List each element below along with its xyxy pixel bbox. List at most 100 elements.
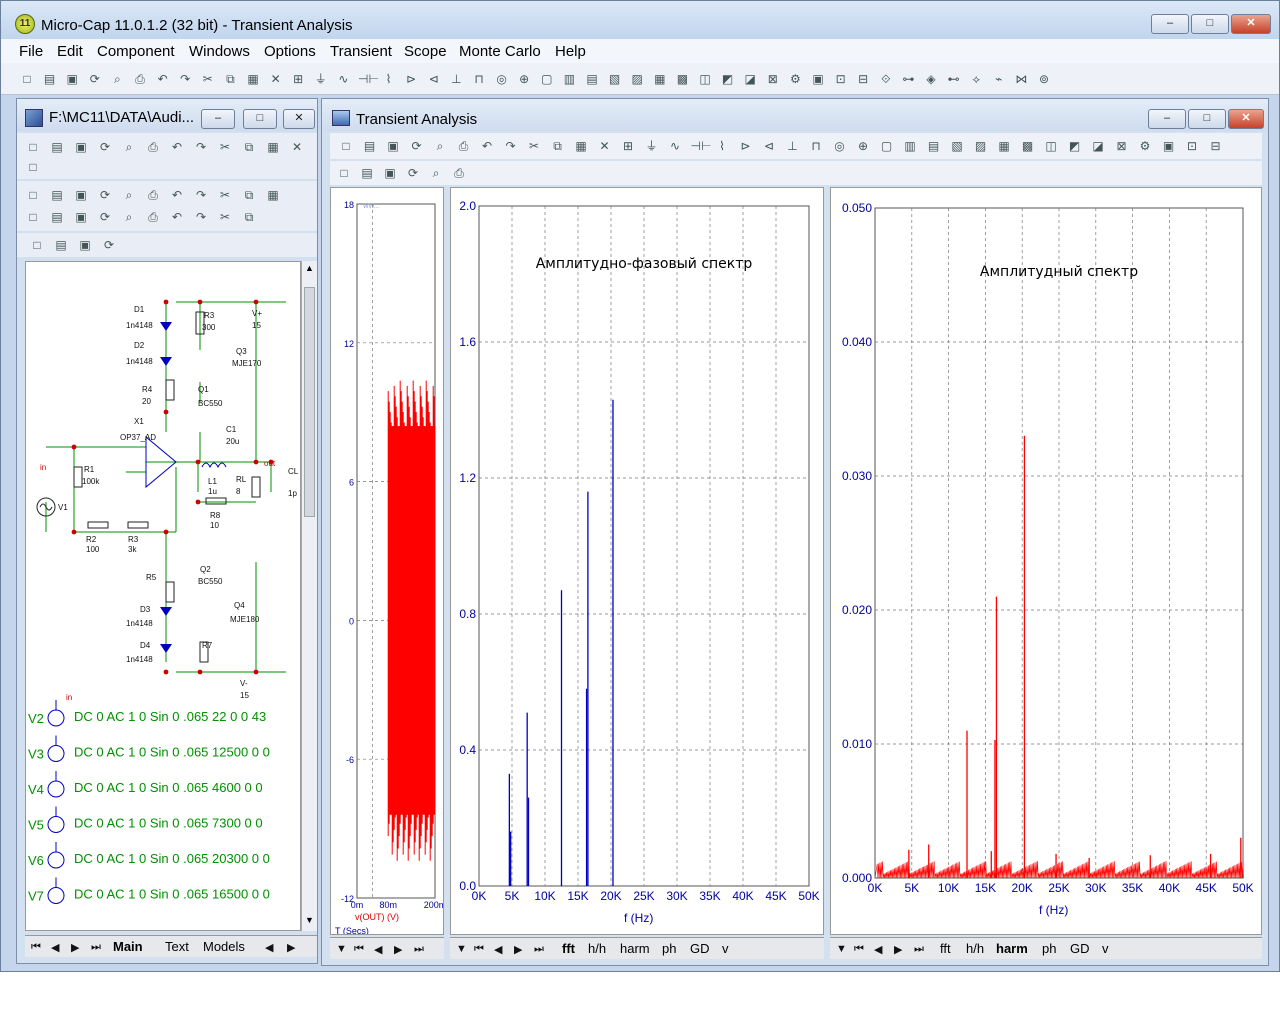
sch2-tool-icon-6[interactable]: ⎙ [145,187,161,203]
panel3-tab-gd[interactable]: GD [1070,941,1090,956]
sch2-tool-icon-2[interactable]: ▤ [49,187,65,203]
main-tool-icon-8[interactable]: ↷ [177,71,193,87]
tr1-tool-icon-3[interactable]: ▣ [385,138,401,154]
sch2b-tool-icon-4[interactable]: ⟳ [97,209,113,225]
sch1-tool-icon-3[interactable]: ▣ [73,139,89,155]
main-tool-icon-4[interactable]: ⟳ [87,71,103,87]
tr1-tool-icon-31[interactable]: ◫ [1043,138,1059,154]
main-tool-icon-5[interactable]: ⌕ [109,71,125,87]
sch2-tool-icon-7[interactable]: ↶ [169,187,185,203]
panel2-tab-fft[interactable]: fft [562,941,575,956]
tr1-tool-icon-38[interactable]: ⊟ [1208,138,1224,154]
main-tool-icon-17[interactable]: ⌇ [381,71,397,87]
panel3-tab-harm[interactable]: harm [996,941,1028,956]
transient-maximize-button[interactable]: □ [1188,109,1226,129]
plot-panel-fft[interactable]: 2.0 1.6 1.2 0.8 0.4 0.0 0K 5K 10K 15K 20K 25K 30K 35K… [450,187,824,935]
main-tool-icon-32[interactable]: ◩ [720,71,736,87]
main-tool-icon-27[interactable]: ▧ [607,71,623,87]
tr1-tool-icon-7[interactable]: ↶ [479,138,495,154]
sch1b-tool-icon-1[interactable]: □ [25,159,41,175]
panel3-next-icon[interactable]: ▶ [894,943,902,956]
sch2-tool-icon-4[interactable]: ⟳ [97,187,113,203]
main-tool-icon-18[interactable]: ⊳ [403,71,419,87]
sch2b-tool-icon-7[interactable]: ↶ [169,209,185,225]
sch3-tool-icon-2[interactable]: ▤ [53,237,69,253]
tr1-tool-icon-5[interactable]: ⌕ [432,138,448,154]
panel2-prev-icon[interactable]: ◀ [494,943,502,956]
tr1-tool-icon-28[interactable]: ▨ [973,138,989,154]
sch2b-tool-icon-10[interactable]: ⧉ [241,209,257,225]
main-tool-icon-37[interactable]: ⊡ [833,71,849,87]
sch2-tool-icon-1[interactable]: □ [25,187,41,203]
panel2-tab-hh[interactable]: h/h [588,941,606,956]
sch2-tool-icon-9[interactable]: ✂ [217,187,233,203]
tr1-tool-icon-13[interactable]: ⊞ [620,138,636,154]
panel1-prev-icon[interactable]: ◀ [374,943,382,956]
panel3-tab-hh[interactable]: h/h [966,941,984,956]
sch3-tool-icon-4[interactable]: ⟳ [101,237,117,253]
tr1-tool-icon-20[interactable]: ⊥ [785,138,801,154]
tr2-tool-icon-4[interactable]: ⟳ [405,165,421,181]
sch2-tool-icon-5[interactable]: ⌕ [121,187,137,203]
main-tool-icon-26[interactable]: ▤ [584,71,600,87]
menu-file[interactable]: File [19,43,43,60]
main-tool-icon-15[interactable]: ∿ [335,71,351,87]
tr1-tool-icon-33[interactable]: ◪ [1090,138,1106,154]
main-tool-icon-23[interactable]: ⊕ [516,71,532,87]
tr1-tool-icon-19[interactable]: ⊲ [761,138,777,154]
sch1-tool-icon-11[interactable]: ▦ [265,139,281,155]
panel3-prev-icon[interactable]: ◀ [874,943,882,956]
tr2-tool-icon-1[interactable]: □ [336,165,352,181]
sch3-tool-icon-1[interactable]: □ [29,237,45,253]
sch2b-tool-icon-5[interactable]: ⌕ [121,209,137,225]
tab-main[interactable]: Main [113,939,143,954]
prev-page-icon[interactable]: ◀ [51,941,59,954]
sch2-tool-icon-3[interactable]: ▣ [73,187,89,203]
close-button[interactable]: ✕ [1231,14,1271,34]
main-tool-icon-14[interactable]: ⏚ [313,71,329,87]
menu-edit[interactable]: Edit [57,43,83,60]
panel3-tab-v[interactable]: v [1102,941,1109,956]
main-tool-icon-20[interactable]: ⊥ [448,71,464,87]
source-v5-symbol[interactable] [47,816,65,833]
sch1-tool-icon-12[interactable]: ✕ [289,139,305,155]
main-tool-icon-24[interactable]: ▢ [539,71,555,87]
main-tool-icon-29[interactable]: ▦ [652,71,668,87]
menu-transient[interactable]: Transient [330,43,392,60]
panel1-first-icon[interactable]: ⏮ [354,943,364,956]
main-tool-icon-30[interactable]: ▩ [674,71,690,87]
tr2-tool-icon-5[interactable]: ⌕ [428,165,444,181]
tr1-tool-icon-37[interactable]: ⊡ [1184,138,1200,154]
tr1-tool-icon-25[interactable]: ▥ [902,138,918,154]
main-tool-icon-13[interactable]: ⊞ [290,71,306,87]
panel3-tab-ph[interactable]: ph [1042,941,1056,956]
panel3-menu-icon[interactable]: ▼ [836,943,847,955]
tab-scroll-right-icon[interactable]: ▶ [287,941,295,954]
main-tool-icon-19[interactable]: ⊲ [426,71,442,87]
maximize-button[interactable]: □ [1191,14,1229,34]
menu-help[interactable]: Help [555,43,586,60]
main-tool-icon-10[interactable]: ⧉ [222,71,238,87]
sch1-tool-icon-9[interactable]: ✂ [217,139,233,155]
menu-windows[interactable]: Windows [189,43,250,60]
tr1-tool-icon-24[interactable]: ▢ [879,138,895,154]
sch1-tool-icon-8[interactable]: ↷ [193,139,209,155]
panel3-first-icon[interactable]: ⏮ [854,943,864,956]
schematic-maximize-button[interactable]: □ [243,109,277,129]
main-tool-icon-25[interactable]: ▥ [561,71,577,87]
transient-close-button[interactable]: ✕ [1228,109,1264,129]
schematic-close-button[interactable]: ✕ [283,109,315,129]
sch1-tool-icon-1[interactable]: □ [25,139,41,155]
schematic-vertical-scrollbar[interactable]: ▲ ▼ [301,261,317,931]
tr1-tool-icon-17[interactable]: ⌇ [714,138,730,154]
main-tool-icon-22[interactable]: ◎ [494,71,510,87]
main-tool-icon-7[interactable]: ↶ [155,71,171,87]
main-tool-icon-2[interactable]: ▤ [42,71,58,87]
main-tool-icon-12[interactable]: ✕ [268,71,284,87]
scroll-down-icon[interactable]: ▼ [304,915,315,926]
menu-monte-carlo[interactable]: Monte Carlo [459,43,541,60]
tr1-tool-icon-21[interactable]: ⊓ [808,138,824,154]
main-tool-icon-42[interactable]: ⊷ [946,71,962,87]
tr1-tool-icon-18[interactable]: ⊳ [738,138,754,154]
menu-scope[interactable]: Scope [404,43,447,60]
